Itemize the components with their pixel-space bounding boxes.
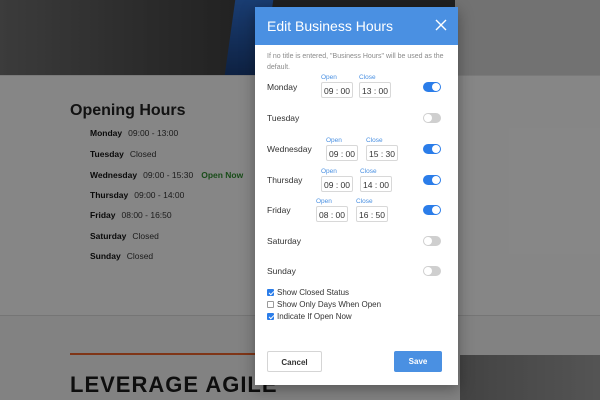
thursday-times: Open Close 09 : 00 14 : 00 <box>321 168 393 194</box>
friday-close-time[interactable]: 16 : 50 <box>356 206 388 222</box>
toggle-tuesday[interactable] <box>423 113 441 123</box>
monday-close-time[interactable]: 13 : 00 <box>359 82 391 98</box>
title-default-note: If no title is entered, "Business Hours"… <box>267 53 444 71</box>
checkbox-checked-icon[interactable] <box>267 313 274 320</box>
friday-times: Open Close 08 : 00 16 : 50 <box>316 198 388 224</box>
day-label-monday: Monday <box>267 82 298 92</box>
wednesday-times: Open Close 09 : 00 15 : 30 <box>326 137 398 163</box>
close-caption: Close <box>359 74 376 81</box>
day-label-tuesday: Tuesday <box>267 113 300 123</box>
toggle-thursday[interactable] <box>423 175 441 185</box>
open-caption: Open <box>321 168 337 175</box>
monday-open-time[interactable]: 09 : 00 <box>321 82 353 98</box>
toggle-sunday[interactable] <box>423 266 441 276</box>
thursday-open-time[interactable]: 09 : 00 <box>321 176 353 192</box>
option-show-only-open-days[interactable]: Show Only Days When Open <box>267 300 381 309</box>
close-caption: Close <box>360 168 377 175</box>
checkbox-unchecked-icon[interactable] <box>267 301 274 308</box>
modal-title: Edit Business Hours <box>267 18 394 34</box>
friday-open-time[interactable]: 08 : 00 <box>316 206 348 222</box>
day-label-friday: Friday <box>267 205 291 215</box>
day-label-saturday: Saturday <box>267 236 302 246</box>
close-icon[interactable] <box>433 17 449 33</box>
open-caption: Open <box>321 74 337 81</box>
toggle-friday[interactable] <box>423 205 441 215</box>
option-indicate-open-now[interactable]: Indicate If Open Now <box>267 312 352 321</box>
modal-header: Edit Business Hours <box>255 7 458 45</box>
thursday-close-time[interactable]: 14 : 00 <box>360 176 392 192</box>
open-caption: Open <box>316 198 332 205</box>
day-label-sunday: Sunday <box>267 266 296 276</box>
day-label-thursday: Thursday <box>267 175 303 185</box>
monday-times: Open Close 09 : 00 13 : 00 <box>321 74 393 100</box>
close-caption: Close <box>366 137 383 144</box>
toggle-monday[interactable] <box>423 82 441 92</box>
save-button[interactable]: Save <box>394 351 442 372</box>
close-caption: Close <box>356 198 373 205</box>
option-show-closed-status[interactable]: Show Closed Status <box>267 288 349 297</box>
toggle-wednesday[interactable] <box>423 144 441 154</box>
wednesday-open-time[interactable]: 09 : 00 <box>326 145 358 161</box>
open-caption: Open <box>326 137 342 144</box>
day-label-wednesday: Wednesday <box>267 144 312 154</box>
toggle-saturday[interactable] <box>423 236 441 246</box>
cancel-button[interactable]: Cancel <box>267 351 322 372</box>
checkbox-checked-icon[interactable] <box>267 289 274 296</box>
edit-business-hours-modal: Edit Business Hours If no title is enter… <box>255 7 458 385</box>
wednesday-close-time[interactable]: 15 : 30 <box>366 145 398 161</box>
